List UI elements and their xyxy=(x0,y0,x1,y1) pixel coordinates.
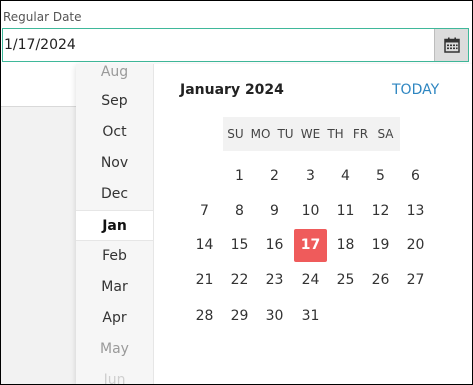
day-3[interactable]: 3 xyxy=(294,160,327,193)
calendar-toggle-button[interactable] xyxy=(434,29,468,61)
month-scroller[interactable]: Aug Sep Oct Nov Dec Jan Feb Mar Apr May Jun xyxy=(76,64,154,384)
month-item-sep[interactable]: Sep xyxy=(76,86,153,117)
month-item-jun[interactable]: Jun xyxy=(76,365,153,384)
day-6[interactable]: 6 xyxy=(399,160,432,193)
calendar-title: January 2024 xyxy=(180,82,284,98)
day-27[interactable]: 27 xyxy=(399,264,432,297)
background-panel xyxy=(1,64,76,384)
today-button[interactable]: TODAY xyxy=(392,82,439,98)
day-28[interactable]: 28 xyxy=(188,300,221,333)
day-7[interactable]: 7 xyxy=(188,195,221,228)
day-11[interactable]: 11 xyxy=(329,195,362,228)
month-item-may[interactable]: May xyxy=(76,334,153,365)
month-item-jan[interactable]: Jan xyxy=(76,210,153,241)
month-item-nov[interactable]: Nov xyxy=(76,148,153,179)
day-13[interactable]: 13 xyxy=(399,195,432,228)
day-21[interactable]: 21 xyxy=(188,264,221,297)
day-4[interactable]: 4 xyxy=(329,160,362,193)
day-12[interactable]: 12 xyxy=(364,195,397,228)
day-18[interactable]: 18 xyxy=(329,229,362,262)
day-19[interactable]: 19 xyxy=(364,229,397,262)
day-15[interactable]: 15 xyxy=(223,229,256,262)
month-item-feb[interactable]: Feb xyxy=(76,241,153,272)
day-22[interactable]: 22 xyxy=(223,264,256,297)
day-14[interactable]: 14 xyxy=(188,229,221,262)
day-26[interactable]: 26 xyxy=(364,264,397,297)
day-31[interactable]: 31 xyxy=(294,300,327,333)
weekday-header: SU MO TU WE TH FR SA xyxy=(223,117,400,151)
day-9[interactable]: 9 xyxy=(258,195,291,228)
field-label: Regular Date xyxy=(3,10,82,24)
day-8[interactable]: 8 xyxy=(223,195,256,228)
calendar-icon xyxy=(443,37,460,53)
month-item-oct[interactable]: Oct xyxy=(76,117,153,148)
month-item-dec[interactable]: Dec xyxy=(76,179,153,210)
day-29[interactable]: 29 xyxy=(223,300,256,333)
day-2[interactable]: 2 xyxy=(258,160,291,193)
day-5[interactable]: 5 xyxy=(364,160,397,193)
weekday-th: TH xyxy=(327,127,344,141)
month-item-mar[interactable]: Mar xyxy=(76,272,153,303)
weekday-fr: FR xyxy=(352,127,369,141)
weekday-mo: MO xyxy=(250,127,271,141)
day-24[interactable]: 24 xyxy=(294,264,327,297)
weekday-su: SU xyxy=(227,127,244,141)
day-30[interactable]: 30 xyxy=(258,300,291,333)
day-25[interactable]: 25 xyxy=(329,264,362,297)
day-10[interactable]: 10 xyxy=(294,195,327,228)
day-1[interactable]: 1 xyxy=(223,160,256,193)
day-23[interactable]: 23 xyxy=(258,264,291,297)
date-picker-popup: Aug Sep Oct Nov Dec Jan Feb Mar Apr May Jun Januar… xyxy=(76,64,472,384)
day-17[interactable]: 17 xyxy=(294,229,327,262)
background-panel-top xyxy=(1,64,76,107)
month-item-apr[interactable]: Apr xyxy=(76,303,153,334)
month-item-aug[interactable]: Aug xyxy=(76,64,153,88)
weekday-sa: SA xyxy=(377,127,394,141)
date-input-value[interactable]: 1/17/2024 xyxy=(4,29,76,61)
day-16[interactable]: 16 xyxy=(258,229,291,262)
weekday-tu: TU xyxy=(277,127,294,141)
day-20[interactable]: 20 xyxy=(399,229,432,262)
date-input[interactable]: 1/17/2024 xyxy=(2,28,469,62)
weekday-we: WE xyxy=(300,127,321,141)
